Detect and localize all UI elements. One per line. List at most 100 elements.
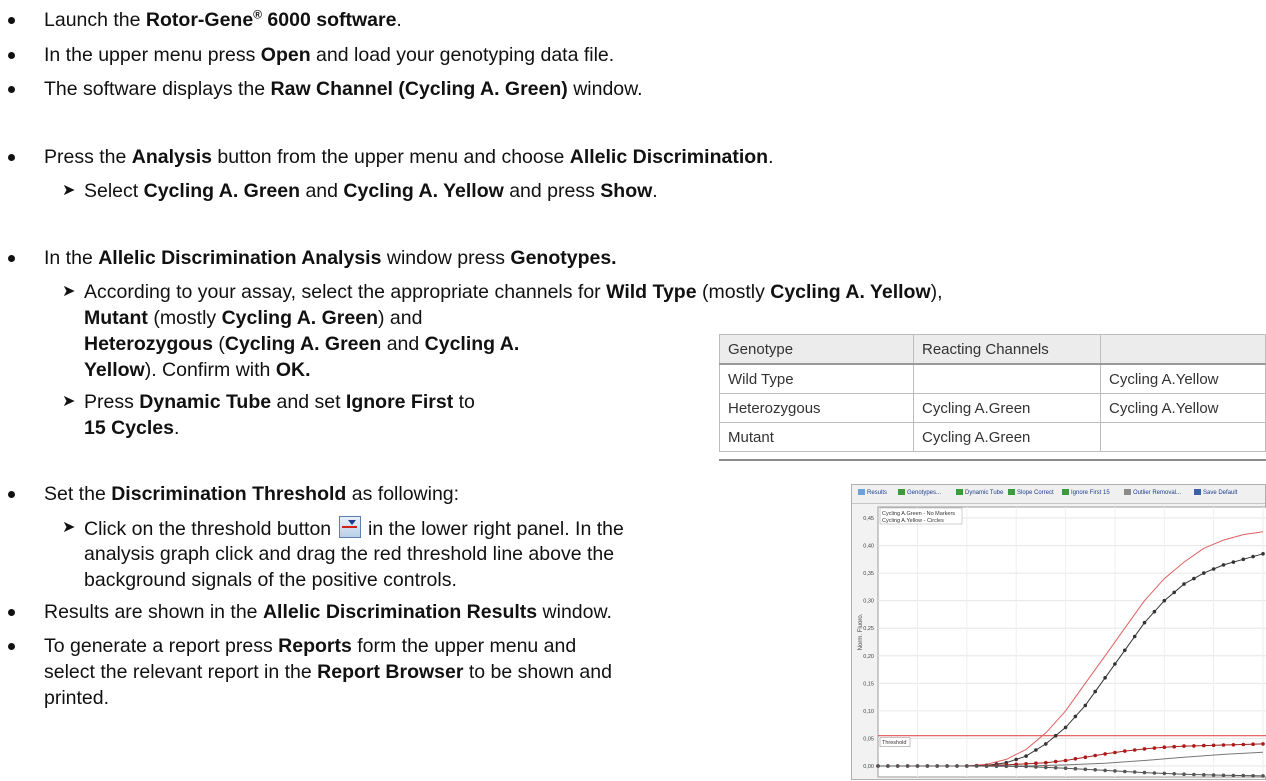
data-point bbox=[1063, 725, 1068, 730]
data-point bbox=[1142, 747, 1147, 751]
data-point bbox=[1261, 552, 1265, 556]
data-point bbox=[1073, 714, 1078, 719]
data-point bbox=[1093, 768, 1097, 772]
data-point bbox=[1251, 554, 1255, 559]
data-point bbox=[1132, 748, 1137, 752]
data-point bbox=[1172, 772, 1176, 776]
outlier-removal-button[interactable]: Outlier Removal... bbox=[1124, 489, 1181, 496]
data-point bbox=[1053, 766, 1058, 770]
legend-entry: Cycling A.Yellow - Circles bbox=[882, 518, 944, 524]
data-point bbox=[1261, 774, 1265, 778]
dynamic-tube-button[interactable]: Dynamic Tube bbox=[956, 489, 1003, 496]
y-tick-label: 0,45 bbox=[863, 516, 874, 522]
data-point bbox=[1132, 770, 1137, 774]
data-point bbox=[1093, 689, 1097, 694]
data-point bbox=[1182, 582, 1186, 586]
arrow-bullet-icon: ➤ bbox=[62, 393, 76, 410]
data-point bbox=[1192, 744, 1196, 748]
data-point bbox=[1083, 767, 1088, 772]
data-point bbox=[1241, 557, 1246, 562]
data-point bbox=[1034, 748, 1038, 752]
data-point bbox=[1172, 744, 1176, 749]
data-point bbox=[965, 764, 969, 768]
data-point bbox=[1123, 749, 1127, 753]
table-cell: Heterozygous bbox=[719, 393, 914, 423]
bullet-icon bbox=[8, 643, 15, 650]
table-cell[interactable]: Cycling A.Green bbox=[913, 422, 1101, 452]
chart-toolbar: Results Genotypes... Dynamic Tube Slope … bbox=[852, 485, 1265, 504]
data-point bbox=[1132, 634, 1137, 639]
table-header-row: Genotype Reacting Channels bbox=[719, 334, 1266, 365]
data-point bbox=[1083, 703, 1088, 708]
data-point bbox=[1053, 759, 1058, 764]
data-point bbox=[1142, 770, 1147, 775]
data-point bbox=[1202, 743, 1206, 748]
column-header: Reacting Channels bbox=[913, 334, 1101, 365]
data-point bbox=[1014, 757, 1018, 762]
data-point bbox=[1221, 773, 1226, 778]
table-cell[interactable] bbox=[913, 363, 1101, 394]
data-point bbox=[1123, 648, 1127, 653]
table-cell[interactable]: Cycling A.Yellow bbox=[1100, 393, 1266, 423]
y-tick-label: 0,30 bbox=[863, 599, 874, 605]
data-point bbox=[905, 764, 910, 768]
table-row[interactable]: Heterozygous Cycling A.Green Cycling A.Y… bbox=[719, 393, 1266, 423]
data-point bbox=[1044, 765, 1048, 770]
table-cell[interactable]: Cycling A.Yellow bbox=[1100, 363, 1266, 394]
data-point bbox=[1211, 567, 1216, 571]
y-tick-label: 0,25 bbox=[863, 626, 874, 632]
data-point bbox=[1221, 563, 1226, 567]
data-point bbox=[886, 764, 890, 768]
table-row[interactable]: Mutant Cycling A.Green bbox=[719, 422, 1266, 452]
data-point bbox=[1024, 754, 1028, 758]
data-point bbox=[1004, 764, 1009, 769]
table-row[interactable]: Wild Type Cycling A.Yellow bbox=[719, 363, 1266, 394]
y-tick-label: 0,20 bbox=[863, 654, 874, 660]
amplification-plot[interactable]: 0,45 0,40 0,35 0,30 0,25 0,20 0,15 0,10 0,05 0,00… bbox=[852, 503, 1266, 781]
data-point bbox=[1202, 571, 1206, 575]
table-cell[interactable] bbox=[1100, 422, 1266, 452]
data-point bbox=[1093, 753, 1097, 758]
data-point bbox=[1182, 772, 1186, 776]
bullet-icon bbox=[8, 17, 15, 24]
y-tick-label: 0,05 bbox=[863, 736, 874, 742]
data-point bbox=[1123, 769, 1127, 774]
data-point bbox=[1152, 746, 1157, 750]
data-point bbox=[1103, 768, 1107, 773]
plot-area bbox=[877, 506, 1266, 778]
y-tick-label: 0,35 bbox=[863, 571, 874, 577]
genotypes-button[interactable]: Genotypes... bbox=[898, 489, 941, 496]
data-point bbox=[1083, 755, 1088, 759]
data-point bbox=[1063, 766, 1068, 770]
ignore-first-button[interactable]: Ignore First 15 bbox=[1062, 489, 1110, 496]
data-point bbox=[1152, 771, 1157, 775]
save-default-button[interactable]: Save Default bbox=[1194, 489, 1237, 496]
bullet-icon bbox=[8, 86, 15, 93]
data-point bbox=[1221, 743, 1226, 747]
bullet-icon bbox=[8, 491, 15, 498]
data-point bbox=[1192, 772, 1196, 777]
results-button[interactable]: Results bbox=[858, 489, 887, 496]
column-header bbox=[1100, 334, 1266, 365]
arrow-bullet-icon: ➤ bbox=[62, 283, 76, 300]
table-cell: Mutant bbox=[719, 422, 914, 452]
data-point bbox=[1172, 590, 1176, 595]
bullet-icon bbox=[8, 609, 15, 616]
slope-correct-button[interactable]: Slope Correct bbox=[1008, 489, 1054, 496]
data-point bbox=[1162, 771, 1167, 776]
table-cell[interactable]: Cycling A.Green bbox=[913, 393, 1101, 423]
threshold-label: Threshold bbox=[882, 740, 906, 746]
analysis-chart-panel: Results Genotypes... Dynamic Tube Slope … bbox=[851, 484, 1266, 780]
data-point bbox=[915, 764, 920, 768]
data-point bbox=[994, 764, 999, 769]
data-point bbox=[895, 764, 900, 768]
data-point bbox=[1142, 620, 1147, 625]
bullet-icon bbox=[8, 255, 15, 262]
data-point bbox=[1241, 742, 1246, 747]
legend-entry: Cycling A.Green - No Markers bbox=[882, 511, 955, 517]
data-point bbox=[1034, 765, 1038, 769]
data-point bbox=[876, 764, 880, 768]
data-point bbox=[935, 764, 939, 768]
y-tick-label: 0,15 bbox=[863, 681, 874, 687]
threshold-button-icon bbox=[338, 516, 361, 538]
